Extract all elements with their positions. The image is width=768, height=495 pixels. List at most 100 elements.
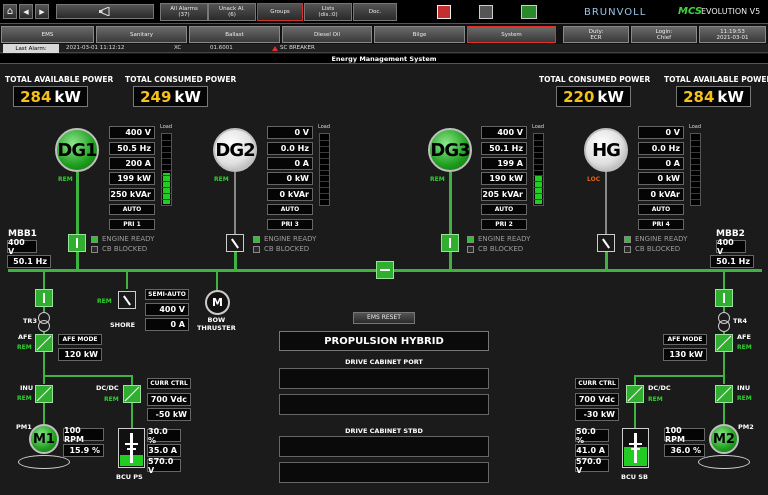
- groups-button[interactable]: Groups: [257, 3, 303, 21]
- port-feeder-breaker[interactable]: [35, 289, 53, 307]
- clock: 11:19:53 2021-03-01: [699, 26, 766, 43]
- stbd-dcdc-converter[interactable]: [626, 385, 644, 403]
- generator-dg1[interactable]: DG1: [55, 128, 99, 172]
- dg1-load-bar: [161, 133, 172, 206]
- dg2-cb-blocked-label: CB BLOCKED: [264, 245, 310, 253]
- dg2-reactive-power: 0 kVAr: [267, 188, 313, 201]
- bow-thruster-motor[interactable]: M: [205, 290, 230, 315]
- port-current-control[interactable]: CURR CTRL: [147, 378, 191, 389]
- dg2-voltage: 0 V: [267, 126, 313, 139]
- dg2-mode[interactable]: AUTO: [267, 204, 313, 215]
- duty-button[interactable]: Duty: ECR: [563, 26, 629, 43]
- stbd-motor-rpm: 100 RPM: [664, 426, 705, 444]
- unack-alarms-button[interactable]: Unack Al. (6): [208, 3, 256, 21]
- last-alarm-time: 2021-03-01 11:12:12: [66, 45, 125, 51]
- port-inu-state: REM: [17, 395, 32, 402]
- dg3-engine-ready-label: ENGINE READY: [478, 235, 531, 243]
- shore-voltage: 400 V: [145, 303, 189, 316]
- tr4-label: TR4: [733, 317, 747, 325]
- dg2-frequency: 0.0 Hz: [267, 142, 313, 155]
- network-icon[interactable]: [479, 5, 493, 19]
- stbd-inu-converter[interactable]: [715, 385, 733, 403]
- stbd-feeder-breaker[interactable]: [715, 289, 733, 307]
- port-inu-converter[interactable]: [35, 385, 53, 403]
- acknowledge-icon[interactable]: [521, 5, 537, 19]
- login-button[interactable]: Login: Chief: [631, 26, 697, 43]
- dg1-priority[interactable]: PRI 1: [109, 219, 155, 230]
- port-dcdc-state: REM: [104, 396, 119, 403]
- dg1-breaker[interactable]: [68, 234, 86, 252]
- stbd-propeller-icon: [698, 455, 750, 469]
- dg3-mode[interactable]: AUTO: [481, 204, 527, 215]
- stbd-afe-mode[interactable]: AFE MODE: [663, 334, 707, 345]
- tab-sanitary[interactable]: Sanitary: [96, 26, 187, 43]
- dg2-cb-blocked-indicator: [253, 246, 260, 253]
- port-battery-soc: 30.0 %: [147, 427, 181, 445]
- stbd-pm-label: PM2: [738, 423, 754, 431]
- stbd-battery[interactable]: [622, 428, 649, 468]
- dg1-load-label: Load: [160, 124, 172, 130]
- port-dcdc-converter[interactable]: [123, 385, 141, 403]
- generator-dg3[interactable]: DG3: [428, 128, 472, 172]
- bus-tie-breaker[interactable]: [376, 261, 394, 279]
- stbd-current-control[interactable]: CURR CTRL: [575, 378, 619, 389]
- port-afe-mode[interactable]: AFE MODE: [58, 334, 102, 345]
- shore-breaker[interactable]: [118, 291, 136, 309]
- all-alarms-button[interactable]: All Alarms (37): [160, 3, 208, 21]
- port-dc-power: -50 kW: [147, 408, 191, 421]
- hg-mode[interactable]: AUTO: [638, 204, 684, 215]
- hg-power: 0 kW: [638, 172, 684, 185]
- dg2-priority[interactable]: PRI 3: [267, 219, 313, 230]
- dg2-breaker[interactable]: [226, 234, 244, 252]
- ems-reset-button[interactable]: EMS RESET: [353, 312, 415, 324]
- port-battery[interactable]: [118, 428, 145, 468]
- alarm-triangle-icon: [272, 46, 278, 51]
- dg3-load-label: Load: [532, 124, 544, 130]
- home-icon: ⌂: [6, 5, 14, 17]
- stbd-motor-m2[interactable]: M2: [709, 424, 739, 454]
- port-motor-m1[interactable]: M1: [29, 424, 59, 454]
- stbd-afe-state: REM: [737, 344, 752, 351]
- dg1-frequency: 50.5 Hz: [109, 142, 155, 155]
- back-button[interactable]: ◀: [19, 4, 33, 19]
- doc-button[interactable]: Doc.: [353, 3, 397, 21]
- port-motor-percent: 15.9 %: [63, 444, 104, 457]
- tab-system[interactable]: System: [467, 26, 556, 43]
- tab-ballast[interactable]: Ballast: [189, 26, 280, 43]
- product-name: EVOLUTION V5: [701, 7, 761, 16]
- dg3-state: REM: [430, 176, 445, 183]
- tab-bilge[interactable]: Bilge: [374, 26, 465, 43]
- hg-frequency: 0.0 Hz: [638, 142, 684, 155]
- hg-load-label: Load: [689, 124, 701, 130]
- home-button[interactable]: ⌂: [3, 4, 17, 19]
- mbb1-frequency: 50.1 Hz: [7, 255, 51, 268]
- port-inu-label: INU: [20, 384, 34, 392]
- generator-dg2[interactable]: DG2: [213, 128, 257, 172]
- tab-ems[interactable]: EMS: [1, 26, 94, 43]
- shore-mode[interactable]: SEMI-AUTO: [145, 289, 189, 300]
- lists-button[interactable]: Lists (dis.:0): [304, 3, 352, 21]
- right-consumed-power-label: TOTAL CONSUMED POWER: [539, 75, 651, 84]
- last-alarm-tag: XC: [174, 45, 182, 51]
- stbd-afe-converter[interactable]: [715, 334, 733, 352]
- horn-icon: [99, 7, 110, 16]
- dg3-priority[interactable]: PRI 2: [481, 219, 527, 230]
- dg1-current: 200 A: [109, 157, 155, 170]
- hg-current: 0 A: [638, 157, 684, 170]
- back-arrow-icon: ◀: [23, 7, 29, 16]
- hg-priority[interactable]: PRI 4: [638, 219, 684, 230]
- port-afe-converter[interactable]: [35, 334, 53, 352]
- hg-breaker[interactable]: [597, 234, 615, 252]
- dg3-breaker[interactable]: [441, 234, 459, 252]
- page-title: Energy Management System: [331, 55, 437, 63]
- print-icon[interactable]: [437, 5, 451, 19]
- generator-hg[interactable]: HG: [584, 128, 628, 172]
- drive-cabinet-stbd-label: DRIVE CABINET STBD: [345, 427, 423, 435]
- horn-button[interactable]: [56, 4, 154, 19]
- shore-state: REM: [97, 298, 112, 305]
- dg1-mode[interactable]: AUTO: [109, 204, 155, 215]
- forward-button[interactable]: ▶: [35, 4, 49, 19]
- port-propeller-icon: [18, 455, 70, 469]
- stbd-bcu-label: BCU SB: [621, 473, 648, 481]
- tab-diesel-oil[interactable]: Diesel Oil: [282, 26, 372, 43]
